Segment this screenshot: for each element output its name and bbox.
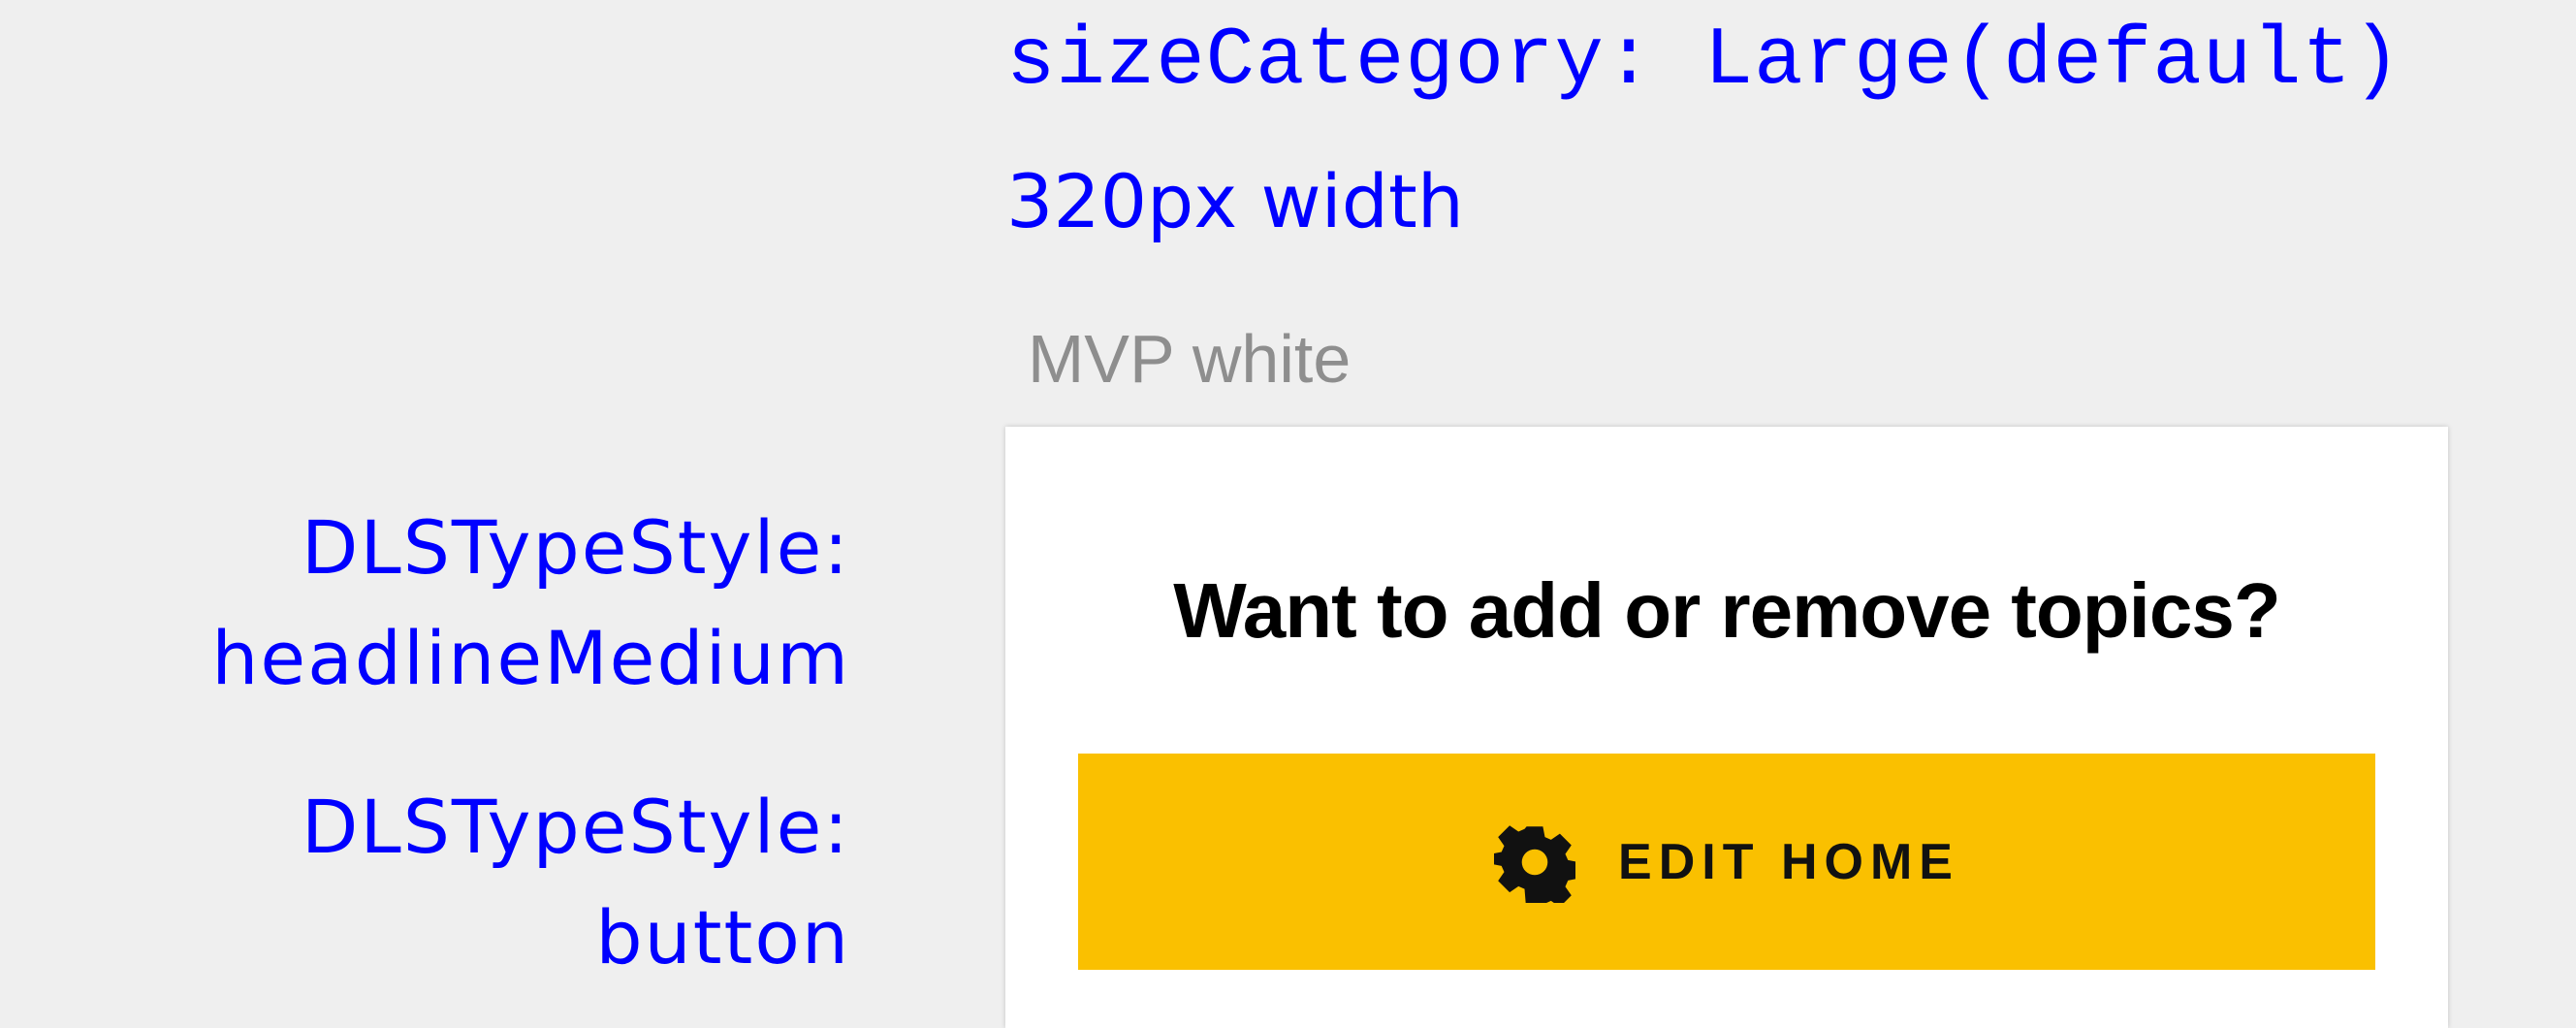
edit-topics-card: Want to add or remove topics? EDIT HOME [1005, 427, 2448, 1028]
gear-icon [1494, 824, 1576, 903]
button-type-style-label: DLSTypeStyle: button [302, 772, 850, 993]
button-type-style-prefix: DLSTypeStyle: [301, 784, 850, 870]
edit-home-button-label: EDIT HOME [1618, 833, 1959, 890]
size-category-label: sizeCategory: Large(default) [1006, 16, 2402, 108]
edit-home-button[interactable]: EDIT HOME [1078, 754, 2375, 970]
headline-type-style-name: headlineMedium [211, 615, 850, 701]
headline-type-style-prefix: DLSTypeStyle: [301, 504, 850, 591]
headline-type-style-label: DLSTypeStyle: headlineMedium [211, 493, 850, 714]
button-type-style-name: button [595, 894, 850, 980]
card-title: Want to add or remove topics? [1173, 567, 2280, 654]
width-label: 320px width [1006, 158, 1464, 244]
theme-label: MVP white [1028, 321, 1352, 397]
